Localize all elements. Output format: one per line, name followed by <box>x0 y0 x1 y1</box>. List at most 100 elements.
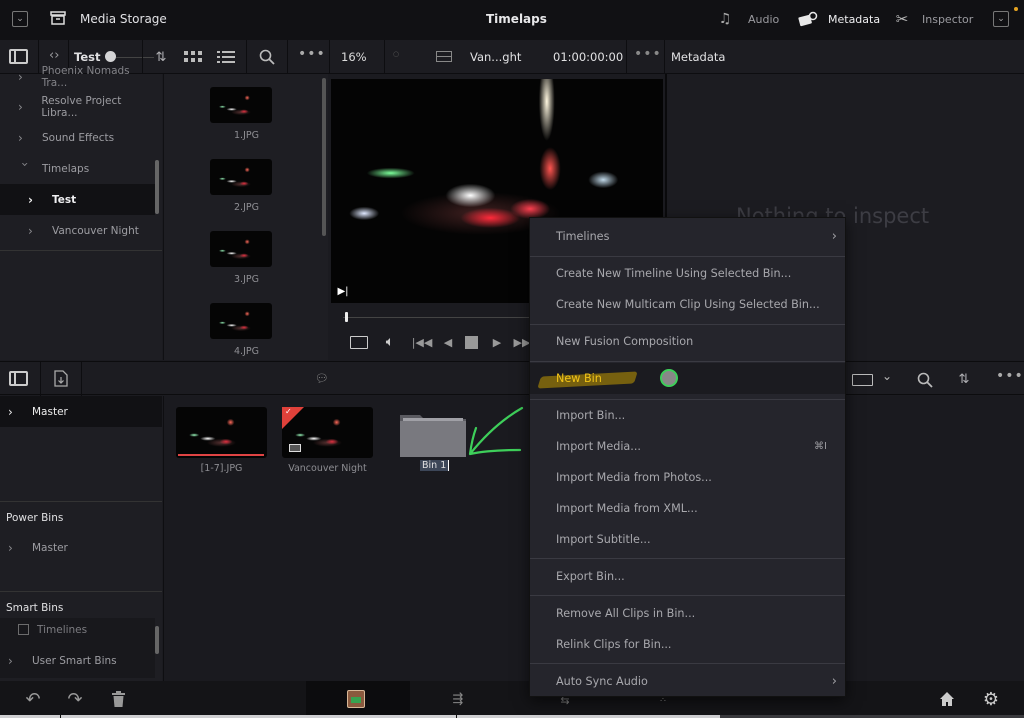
more-options-icon[interactable]: ••• <box>298 46 326 62</box>
menu-item-new-bin[interactable]: New Bin <box>530 363 845 394</box>
thumbnail-3[interactable] <box>210 231 272 267</box>
tab-metadata[interactable]: Metadata <box>828 13 880 26</box>
search-icon[interactable] <box>915 370 935 390</box>
clip-name-dropdown[interactable]: Van...ght <box>470 50 521 64</box>
chevron-right-icon: › <box>28 223 33 238</box>
chevron-right-icon: › <box>831 229 837 244</box>
jump-to-start-icon[interactable]: |◀◀ <box>410 334 434 350</box>
tree-item-test[interactable]: › Test <box>0 184 155 215</box>
timecode-display: 01:00:00:00 <box>553 50 624 64</box>
divider <box>81 362 82 396</box>
cursor-indicator <box>660 369 678 387</box>
menu-item-import-from-xml[interactable]: Import Media from XML... <box>530 493 845 524</box>
play-reverse-icon[interactable]: ◀ <box>441 334 455 350</box>
next-frame-icon[interactable]: ▶| <box>336 284 350 298</box>
menu-item-new-fusion-composition[interactable]: New Fusion Composition <box>530 326 845 357</box>
smart-bin-user[interactable]: › User Smart Bins <box>0 645 155 676</box>
thumbnail-scrollbar[interactable] <box>322 78 326 236</box>
menu-item-timelines[interactable]: Timelines › <box>530 221 845 252</box>
thumbnail-4[interactable] <box>210 303 272 339</box>
tree-item-phoenix[interactable]: › Phoenix Nomads Tra... <box>0 61 155 92</box>
power-bins-header: Power Bins <box>6 512 64 524</box>
comment-icon[interactable]: 💬︎ <box>314 371 330 385</box>
more-options-icon[interactable]: ••• <box>996 368 1024 384</box>
home-icon[interactable] <box>938 690 956 708</box>
trash-icon[interactable] <box>110 690 126 708</box>
viewer-options-icon[interactable]: ••• <box>634 46 662 62</box>
bin-folder-icon[interactable] <box>398 409 468 459</box>
clip-vancouver-night-timeline[interactable]: ✓ <box>282 407 373 458</box>
thumbnail-1[interactable] <box>210 87 272 123</box>
menu-item-import-media[interactable]: Import Media... ⌘I <box>530 431 845 462</box>
annotation-arrow <box>468 406 524 456</box>
bin-name-input[interactable]: Bin 1 <box>420 460 450 471</box>
clip-view-icon[interactable] <box>350 336 368 349</box>
music-note-icon: ♫ <box>718 11 732 27</box>
expand-dropdown-button[interactable]: ⌄ <box>993 11 1009 27</box>
clip-image-sequence[interactable] <box>176 407 267 458</box>
clip-label: [1-7].JPG <box>200 463 243 474</box>
timeline-bin-icon <box>18 624 29 635</box>
tools-icon: ✂ <box>895 10 909 28</box>
divider <box>0 501 162 502</box>
smart-bins-scrollbar[interactable] <box>155 626 159 654</box>
chevron-down-icon: › <box>18 161 32 167</box>
menu-item-import-from-photos[interactable]: Import Media from Photos... <box>530 462 845 493</box>
thumbnail-size-slider[interactable] <box>105 51 155 62</box>
smart-bins-header: Smart Bins <box>6 602 64 614</box>
divider <box>0 250 162 251</box>
menu-item-create-timeline[interactable]: Create New Timeline Using Selected Bin..… <box>530 258 845 289</box>
view-mode-icon[interactable] <box>852 374 873 386</box>
redo-icon[interactable]: ↷ <box>64 689 86 710</box>
import-media-icon[interactable] <box>53 369 68 388</box>
smart-bin-timelines[interactable]: Timelines <box>0 614 155 645</box>
menu-item-create-multicam[interactable]: Create New Multicam Clip Using Selected … <box>530 289 845 320</box>
menu-item-relink-clips[interactable]: Relink Clips for Bin... <box>530 629 845 660</box>
thumbnail-strip: 1.JPG 2.JPG 3.JPG 4.JPG <box>163 74 328 360</box>
media-storage-label[interactable]: Media Storage <box>80 12 167 26</box>
tree-scrollbar[interactable] <box>155 160 159 214</box>
settings-gear-icon[interactable]: ⚙ <box>981 689 1001 710</box>
tree-item-sound-effects[interactable]: › Sound Effects <box>0 122 155 153</box>
tab-inspector[interactable]: Inspector <box>922 13 973 26</box>
menu-separator <box>530 663 845 664</box>
page-tab-media[interactable] <box>306 681 410 718</box>
list-view-icon[interactable] <box>216 48 236 66</box>
divider <box>40 362 41 396</box>
chevron-down-icon[interactable]: ⌄ <box>882 369 892 383</box>
volume-icon[interactable]: 🔈︎ <box>380 333 400 351</box>
menu-item-auto-sync-audio[interactable]: Auto Sync Audio › <box>530 666 845 697</box>
divider <box>0 591 162 592</box>
search-icon[interactable] <box>257 47 277 67</box>
stop-icon[interactable] <box>465 336 478 349</box>
menu-item-remove-all-clips[interactable]: Remove All Clips in Bin... <box>530 598 845 629</box>
toggle-bin-list-button[interactable] <box>9 371 28 386</box>
chevron-right-icon: › <box>8 404 13 419</box>
grid-view-icon[interactable] <box>183 48 203 66</box>
sort-icon[interactable]: ⇅ <box>953 370 975 388</box>
zoom-level-dropdown[interactable]: 16% <box>341 50 367 64</box>
menu-item-export-bin[interactable]: Export Bin... <box>530 561 845 592</box>
undo-icon[interactable]: ↶ <box>22 689 44 710</box>
chevron-right-icon: › <box>18 130 23 145</box>
tree-item-vancouver-night[interactable]: › Vancouver Night <box>0 215 155 246</box>
menu-item-import-bin[interactable]: Import Bin... <box>530 400 845 431</box>
play-icon[interactable]: ▶ <box>490 334 504 350</box>
bin-master[interactable]: › Master <box>0 396 162 427</box>
thumbnail-2[interactable] <box>210 159 272 195</box>
tree-item-resolve-library[interactable]: › Resolve Project Libra... <box>0 91 155 122</box>
tree-item-timelaps[interactable]: › Timelaps <box>0 153 155 184</box>
tab-audio[interactable]: Audio <box>748 13 779 26</box>
power-bin-master[interactable]: › Master <box>0 532 155 563</box>
scrubber-track[interactable] <box>343 317 543 318</box>
menu-item-import-subtitle[interactable]: Import Subtitle... <box>530 524 845 555</box>
clip-filmstrip-icon <box>436 51 452 62</box>
thumbnail-label: 3.JPG <box>234 274 259 285</box>
cut-page-icon[interactable]: ⇶ <box>446 690 470 708</box>
thumbnail-label: 4.JPG <box>234 346 259 357</box>
collapse-dropdown-button[interactable]: ⌄ <box>12 11 28 27</box>
clip-label: Vancouver Night <box>288 463 367 474</box>
playhead[interactable] <box>345 312 348 322</box>
bin-list-panel: › Master Power Bins › Master Smart Bins Ti… <box>0 396 162 681</box>
menu-separator <box>530 558 845 559</box>
